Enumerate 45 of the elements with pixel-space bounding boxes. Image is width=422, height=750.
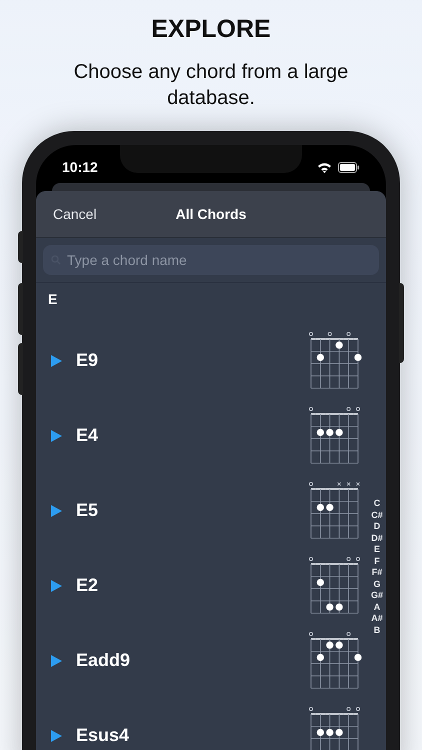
play-icon [51, 354, 62, 366]
page-title: EXPLORE [151, 14, 271, 44]
chord-row[interactable]: E9 [36, 323, 368, 398]
chord-diagram-drawing [307, 330, 362, 392]
chord-name: E9 [76, 349, 100, 372]
index-letter[interactable]: C# [371, 510, 383, 521]
play-icon [51, 730, 62, 742]
index-letter[interactable]: C [374, 498, 380, 510]
chord-row[interactable]: E4 [36, 398, 368, 473]
search-field[interactable]: Type a chord name [43, 245, 379, 275]
chord-name: Esus4 [76, 724, 130, 747]
sheet-title: All Chords [176, 204, 246, 224]
cancel-button[interactable]: Cancel [53, 204, 97, 224]
chord-row[interactable]: E2 [36, 548, 368, 623]
index-letter[interactable]: G [373, 578, 380, 590]
chord-name: E5 [76, 499, 100, 522]
index-letter[interactable]: B [374, 624, 380, 636]
index-letter[interactable]: E [374, 544, 380, 556]
chord-diagram-drawing [307, 704, 362, 750]
chord-diagram-drawing [307, 554, 362, 616]
index-letter[interactable]: G# [370, 590, 383, 602]
wifi-icon [317, 162, 332, 172]
play-icon [51, 580, 62, 592]
chord-row[interactable]: Esus4 [36, 698, 368, 750]
chord-diagram-drawing [307, 480, 362, 542]
index-letter[interactable]: D# [371, 532, 383, 544]
battery-icon [338, 162, 360, 172]
play-icon [51, 504, 62, 516]
chord-name: Eadd9 [76, 649, 132, 672]
index-letter[interactable]: F [374, 556, 380, 567]
index-letter[interactable]: A# [371, 613, 383, 624]
status-time: 10:12 [62, 158, 98, 176]
chord-diagram-drawing [307, 630, 362, 692]
section-header: E [47, 290, 58, 309]
chord-name: E4 [76, 424, 100, 447]
index-letter[interactable]: D [374, 521, 380, 532]
chord-diagram-drawing [307, 404, 362, 466]
page-subtitle: Choose any chord from a large database. [72, 60, 350, 111]
chord-name: E2 [76, 574, 100, 597]
play-icon [51, 654, 62, 666]
index-letter[interactable]: A [374, 602, 380, 613]
chord-row[interactable]: Eadd9 [36, 623, 368, 698]
chord-row[interactable]: E5 [36, 473, 368, 548]
play-icon [51, 430, 62, 442]
index-letter[interactable]: F# [372, 567, 382, 578]
